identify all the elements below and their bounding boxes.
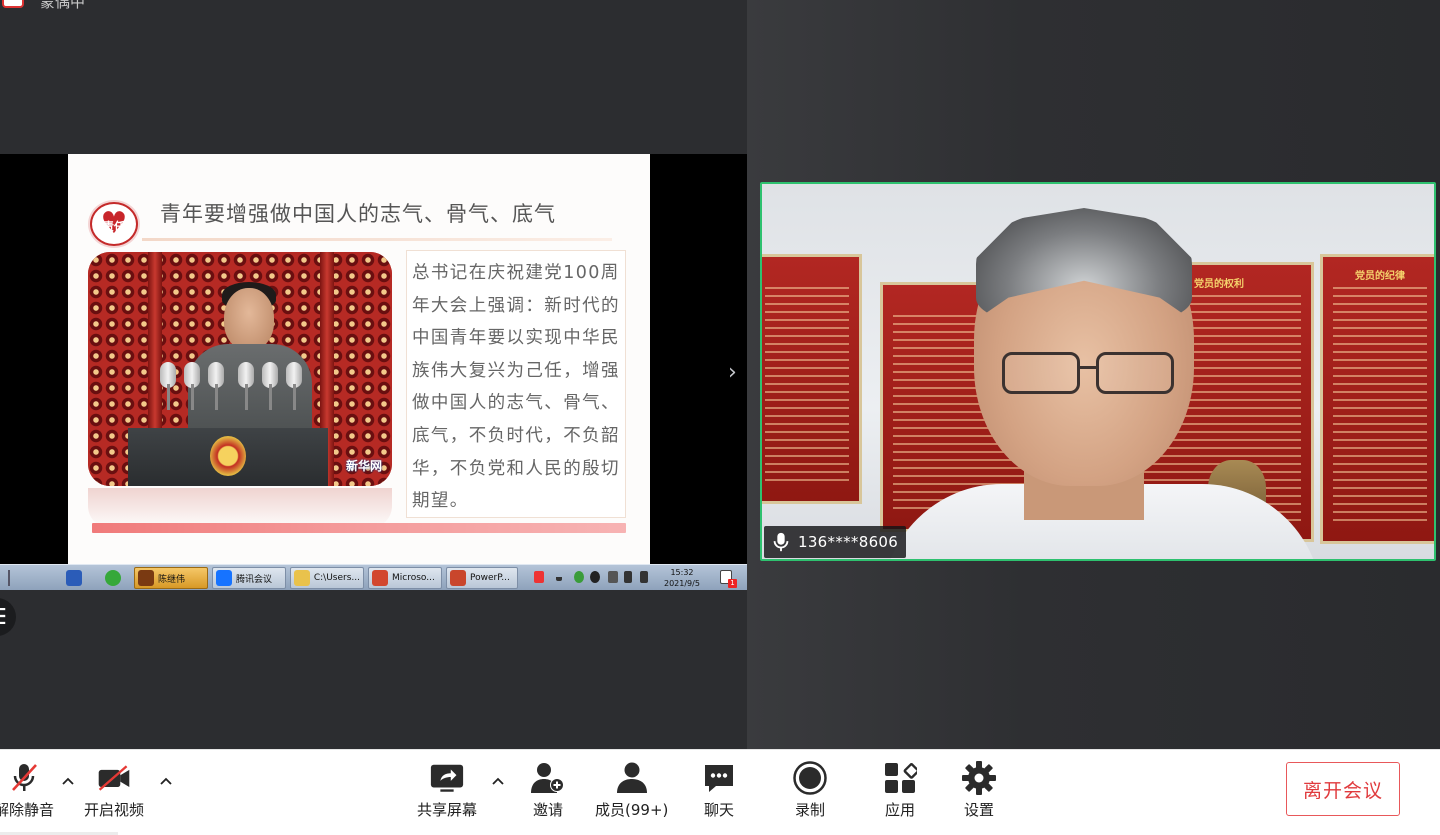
leave-meeting-button[interactable]: 离开会议 [1286,762,1400,816]
more-menu-button[interactable]: ☰ [0,598,16,636]
members-button[interactable]: 成员(99+) [595,760,668,820]
word-icon [66,570,82,586]
qq-icon[interactable] [590,571,600,583]
sharer-name: 蒙偶中 [40,0,86,11]
shared-taskbar: 陈继伟 腾讯会议 C:\Users... Microso... PowerP..… [0,564,747,590]
record-icon [792,760,828,796]
volume-icon[interactable] [640,571,648,583]
camera-off-icon [96,760,132,796]
microphone-icon [773,532,789,552]
tray-usb-icon[interactable] [608,571,618,583]
participant-name: 136****8606 [798,533,899,551]
share-screen-button[interactable]: 共享屏幕 [417,760,477,820]
video-panel: 党员的权利 党员的纪律 136****8606 [747,0,1440,749]
shared-screen-panel: 蒙偶中 ♥ 责任 青年要增强做中国人的志气、骨气、底气 新华网 总书记在庆祝建党… [0,0,747,749]
participant-name-tag: 136****8606 [764,526,907,558]
taskbar-explorer[interactable]: C:\Users... [290,567,364,589]
slide-title: 青年要增强做中国人的志气、骨气、底气 [160,202,556,226]
taskbar-powerpoint[interactable]: PowerP... [446,567,518,589]
heart-logo-icon: ♥ 责任 [90,202,138,246]
slide-body-text: 总书记在庆祝建党100周年大会上强调：新时代的中国青年要以实现中华民族伟大复兴为… [412,263,620,512]
sharer-strip: 蒙偶中 [0,0,747,12]
tray-app-icon[interactable] [574,571,584,583]
taskbar-tencent-meeting[interactable]: 腾讯会议 [212,567,286,589]
microphone-muted-icon [6,760,42,796]
title-divider [142,238,612,241]
settings-button[interactable]: 设置 [961,760,997,820]
notify-count-badge: 1 [728,579,737,588]
invite-button[interactable]: 邀请 [530,760,566,820]
chevron-right-icon: › [728,360,737,385]
taskbar-word[interactable] [62,567,86,589]
network-icon[interactable] [624,571,632,583]
taskbar-microsoft[interactable]: Microso... [368,567,442,589]
taskbar-refresh[interactable] [101,567,125,589]
photo-watermark: 新华网 [345,459,382,473]
participant-video-tile[interactable]: 党员的权利 党员的纪律 136****8606 [760,182,1436,561]
presentation-slide: ♥ 责任 青年要增强做中国人的志气、骨气、底气 新华网 总书记在庆祝建党100周… [68,154,650,564]
taskbar-grip [4,567,48,589]
slide-photo: 新华网 [88,252,392,486]
share-options-caret-icon[interactable] [492,776,504,786]
apps-grid-icon [882,760,918,796]
slide-footer-band [92,523,626,533]
slide-text-box: 总书记在庆祝建党100周年大会上强调：新时代的中国青年要以实现中华民族伟大复兴为… [406,250,626,518]
mute-options-caret-icon[interactable] [62,776,74,786]
menu-icon: ☰ [0,605,7,630]
office-icon [372,570,388,586]
unmute-button[interactable]: 解除静音 [0,760,54,820]
tencent-meeting-icon [216,570,232,586]
start-video-button[interactable]: 开启视频 [84,760,144,820]
sharer-indicator-icon [2,0,24,8]
chat-icon [701,760,737,796]
chat-button[interactable]: 聊天 [701,760,737,820]
taskbar-user-window[interactable]: 陈继伟 [134,567,208,589]
folder-icon [294,570,310,586]
taskbar-clock[interactable]: 15:32 2021/9/5 [664,567,700,589]
collapse-panel-button[interactable]: › [728,360,737,385]
powerpoint-icon [450,570,466,586]
apps-button[interactable]: 应用 [882,760,918,820]
members-icon [614,760,650,796]
shared-screen: ♥ 责任 青年要增强做中国人的志气、骨气、底气 新华网 总书记在庆祝建党100周… [0,154,747,590]
national-emblem-icon [210,436,246,476]
gear-icon [961,760,997,796]
user-icon [138,570,154,586]
video-options-caret-icon[interactable] [160,776,172,786]
add-user-icon [530,760,566,796]
refresh-icon [105,570,121,586]
tray-expand-icon[interactable] [556,575,562,581]
meeting-toolbar: 解除静音 开启视频 共享屏幕 邀请 成员(99+) 聊天 录制 应用 设置 离开… [0,749,1440,835]
ime-icon[interactable] [534,571,544,583]
wall-board-discipline: 党员的纪律 [1320,254,1434,544]
share-screen-icon [429,760,465,796]
record-button[interactable]: 录制 [792,760,828,820]
